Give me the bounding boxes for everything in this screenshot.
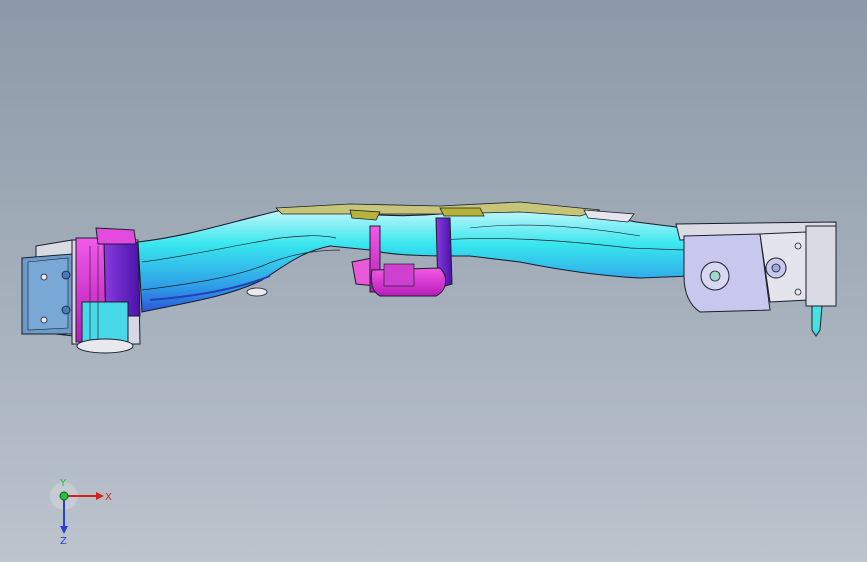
left-mount-plate (21, 239, 75, 337)
left-bushing-bracket (71, 227, 141, 354)
y-axis-dot (59, 491, 69, 501)
crossmember-assembly-3d-model[interactable] (0, 0, 867, 562)
right-bushing-node (675, 221, 837, 337)
z-axis-label: Z (60, 536, 67, 547)
graphics-viewport[interactable]: X Y Z (0, 0, 867, 562)
x-axis-label: X (105, 492, 112, 503)
y-axis-label: Y (59, 478, 67, 489)
orientation-triad: X Y Z (50, 478, 112, 547)
